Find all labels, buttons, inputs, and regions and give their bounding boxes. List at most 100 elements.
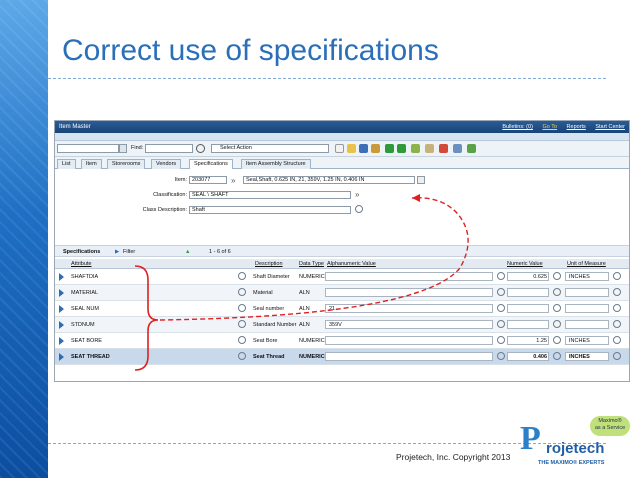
numeric-lookup-icon[interactable]: [553, 304, 561, 312]
export-icon[interactable]: [467, 144, 476, 153]
row-expand-icon[interactable]: [59, 273, 64, 281]
attribute-lookup-icon[interactable]: [238, 336, 246, 344]
alphanumeric-lookup-icon[interactable]: [497, 272, 505, 280]
row-expand-icon[interactable]: [59, 353, 64, 361]
tab-specifications[interactable]: Specifications: [189, 159, 233, 169]
classification-menu-icon[interactable]: »: [355, 190, 359, 199]
new-record-icon[interactable]: [335, 144, 344, 153]
attribute-lookup-icon[interactable]: [238, 272, 246, 280]
alphanumeric-lookup-icon[interactable]: [497, 352, 505, 360]
col-alphanumeric-value[interactable]: Alphanumeric Value: [327, 261, 376, 267]
detail-menu-icon[interactable]: »: [231, 176, 235, 185]
class-description-field[interactable]: Shaft: [189, 206, 351, 214]
save-icon[interactable]: [359, 144, 368, 153]
uom-lookup-icon[interactable]: [613, 336, 621, 344]
table-row[interactable]: SHAFTDIA Shaft Diameter NUMERIC 0.625 INCHES: [55, 269, 629, 285]
find-input[interactable]: [145, 144, 193, 153]
attribute-lookup-icon[interactable]: [238, 304, 246, 312]
attach-icon[interactable]: [425, 144, 434, 153]
alphanumeric-lookup-icon[interactable]: [497, 320, 505, 328]
chevron-down-icon[interactable]: [119, 144, 127, 153]
alphanumeric-lookup-icon[interactable]: [497, 304, 505, 312]
edit-icon[interactable]: [371, 144, 380, 153]
col-description[interactable]: Description: [255, 261, 283, 267]
numeric-lookup-icon[interactable]: [553, 288, 561, 296]
projetech-logo: Maximo® as a Service P rojetech THE MAXIM…: [520, 416, 630, 474]
table-row[interactable]: SEAT THREAD Seat Thread NUMERIC 0.406 INCHES: [55, 349, 629, 365]
table-row[interactable]: SEAL NUM Seal number ALN 21: [55, 301, 629, 317]
long-description-icon[interactable]: [417, 176, 425, 184]
row-description: Seat Bore: [253, 338, 278, 344]
alphanumeric-input[interactable]: [325, 288, 493, 297]
uom-lookup-icon[interactable]: [613, 272, 621, 280]
tab-vendors[interactable]: Vendors: [151, 159, 182, 169]
attribute-lookup-icon[interactable]: [238, 352, 246, 360]
uom-input[interactable]: [565, 288, 609, 297]
numeric-input[interactable]: [507, 320, 549, 329]
numeric-lookup-icon[interactable]: [553, 336, 561, 344]
alphanumeric-input[interactable]: [325, 336, 493, 345]
table-row[interactable]: STDNUM Standard Number ALN 359V: [55, 317, 629, 333]
item-field[interactable]: 203077: [189, 176, 227, 184]
search-icon[interactable]: [196, 144, 205, 153]
alphanumeric-input[interactable]: [325, 272, 493, 281]
row-expand-icon[interactable]: [59, 289, 64, 297]
tab-bar: List Item Storerooms Vendors Specificati…: [55, 157, 629, 169]
row-expand-icon[interactable]: [59, 305, 64, 313]
tab-item[interactable]: Item: [81, 159, 102, 169]
class-lookup-icon[interactable]: [355, 205, 363, 213]
table-row[interactable]: SEAT BORE Seat Bore NUMERIC 1.25 INCHES: [55, 333, 629, 349]
uom-input[interactable]: [565, 304, 609, 313]
col-attribute[interactable]: Attribute: [71, 261, 91, 267]
row-data-type: ALN: [299, 290, 310, 296]
delete-icon[interactable]: [439, 144, 448, 153]
row-expand-icon[interactable]: [59, 337, 64, 345]
table-body: SHAFTDIA Shaft Diameter NUMERIC 0.625 INCHES…: [55, 269, 629, 365]
col-numeric-value[interactable]: Numeric Value: [507, 261, 543, 267]
attribute-lookup-icon[interactable]: [238, 288, 246, 296]
start-center-link[interactable]: Start Center: [595, 124, 625, 130]
toolbar: Find: Select Action: [55, 141, 629, 157]
alphanumeric-input[interactable]: [325, 352, 493, 361]
reports-link[interactable]: Reports: [567, 124, 586, 130]
uom-lookup-icon[interactable]: [613, 288, 621, 296]
uom-lookup-icon[interactable]: [613, 320, 621, 328]
select-action-dropdown[interactable]: Select Action: [211, 144, 329, 153]
tab-storerooms[interactable]: Storerooms: [107, 159, 146, 169]
uom-lookup-icon[interactable]: [613, 352, 621, 360]
tab-list[interactable]: List: [57, 159, 76, 169]
numeric-lookup-icon[interactable]: [553, 272, 561, 280]
col-unit-of-measure[interactable]: Unit of Measure: [567, 261, 606, 267]
alphanumeric-lookup-icon[interactable]: [497, 336, 505, 344]
bulletins-link[interactable]: Bulletins: (0): [502, 124, 533, 130]
item-description-field[interactable]: Seal,Shaft, 0.625 IN, 21, 359V, 1.25 IN,…: [243, 176, 415, 184]
numeric-lookup-icon[interactable]: [553, 352, 561, 360]
col-data-type[interactable]: Data Type: [299, 261, 324, 267]
row-attribute: SEAT THREAD: [71, 354, 110, 360]
row-unit-of-measure: INCHES: [569, 338, 590, 344]
attribute-lookup-icon[interactable]: [238, 320, 246, 328]
previous-icon[interactable]: [385, 144, 394, 153]
numeric-input[interactable]: [507, 288, 549, 297]
numeric-lookup-icon[interactable]: [553, 320, 561, 328]
slide: Correct use of specifications Item Maste…: [0, 0, 638, 478]
open-icon[interactable]: [347, 144, 356, 153]
workflow-icon[interactable]: [411, 144, 420, 153]
up-arrow-icon[interactable]: ▲: [185, 249, 190, 255]
duplicate-icon[interactable]: [453, 144, 462, 153]
query-select[interactable]: [57, 144, 119, 153]
next-icon[interactable]: [397, 144, 406, 153]
tab-item-assembly-structure[interactable]: Item Assembly Structure: [241, 159, 311, 169]
alphanumeric-input[interactable]: [325, 304, 493, 313]
alphanumeric-lookup-icon[interactable]: [497, 288, 505, 296]
filter-link[interactable]: Filter: [123, 249, 135, 255]
table-row[interactable]: MATERIAL Material ALN: [55, 285, 629, 301]
row-expand-icon[interactable]: [59, 321, 64, 329]
uom-input[interactable]: [565, 320, 609, 329]
classification-field[interactable]: SEAL \ SHAFT: [189, 191, 351, 199]
filter-arrow-icon[interactable]: ▶: [115, 249, 119, 255]
alphanumeric-input[interactable]: [325, 320, 493, 329]
numeric-input[interactable]: [507, 304, 549, 313]
goto-link[interactable]: Go To: [542, 124, 557, 130]
uom-lookup-icon[interactable]: [613, 304, 621, 312]
